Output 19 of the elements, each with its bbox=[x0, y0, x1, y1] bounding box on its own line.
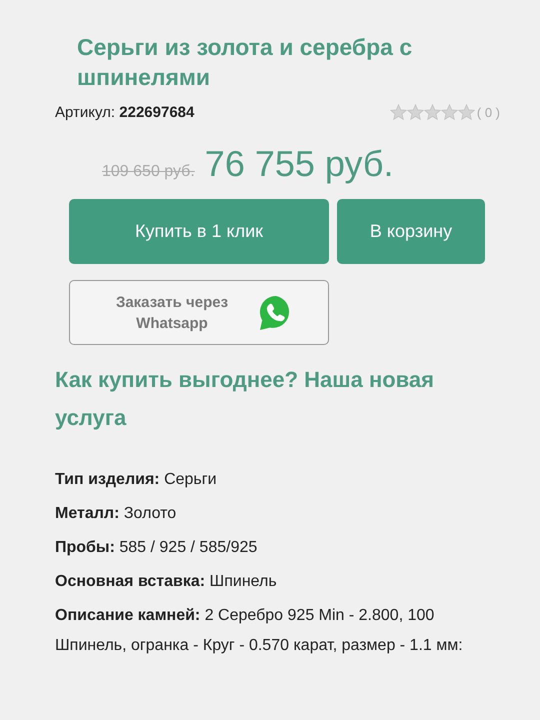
article-number: Артикул: 222697684 bbox=[55, 104, 194, 121]
star-icon bbox=[406, 104, 424, 121]
product-title: Серьги из золота и серебра с шпинелями bbox=[77, 33, 414, 92]
old-price: 109 650 руб. bbox=[102, 163, 195, 181]
star-icon bbox=[424, 104, 441, 121]
spec-line: Пробы: 585 / 925 / 585/925 bbox=[55, 538, 258, 558]
price: 76 755 руб. bbox=[204, 143, 394, 185]
buy-one-click-button[interactable]: Купить в 1 клик bbox=[69, 199, 329, 264]
star-icon bbox=[440, 104, 458, 121]
add-to-cart-button[interactable]: В корзину bbox=[337, 199, 485, 264]
spec-line: Металл: Золото bbox=[55, 504, 178, 524]
review-count: ( 0 ) bbox=[476, 105, 500, 120]
promo-heading[interactable]: Как купить выгоднее? Наша новая услуга bbox=[55, 361, 500, 437]
spec-line: Тип изделия: Серьги bbox=[55, 470, 218, 490]
star-icon bbox=[390, 104, 407, 121]
whatsapp-order-button[interactable]: Заказать через Whatsapp bbox=[69, 280, 329, 345]
spec-line: Основная вставка: Шпинель bbox=[55, 572, 278, 592]
star-icon bbox=[458, 104, 475, 121]
spec-line: Описание камней: 2 Серебро 925 Min - 2.800, 100 Шпинель, огранка - Круг - 0.570 карат, размер - 1.1 мм: bbox=[55, 606, 464, 656]
